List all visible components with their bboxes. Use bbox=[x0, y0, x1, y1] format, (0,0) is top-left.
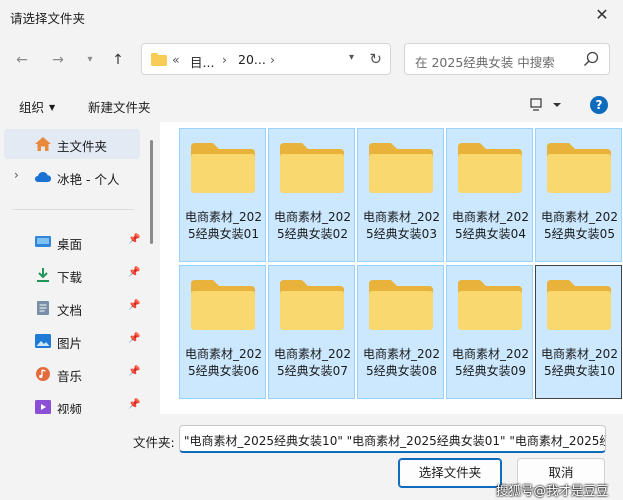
search-box[interactable]: 在 2025经典女装 中搜索 bbox=[404, 43, 610, 75]
back-arrow-icon[interactable]: ← bbox=[12, 50, 32, 70]
sidebar-item-label: 主文件夹 bbox=[57, 139, 108, 154]
folder-item[interactable]: 电商素材_2025经典女装01 bbox=[179, 128, 266, 262]
sidebar-item-onedrive[interactable]: › 冰艳 - 个人 bbox=[4, 162, 140, 192]
navigation-bar: ← → ▾ ↑ « 目... › 20... › ▾ ↻ 在 2025经典女装 … bbox=[0, 38, 623, 82]
folder-item[interactable]: 电商素材_2025经典女装07 bbox=[268, 265, 355, 399]
sidebar-item-label: 图片 bbox=[57, 336, 83, 351]
pictures-icon bbox=[35, 334, 51, 348]
breadcrumb-overflow[interactable]: « bbox=[172, 52, 180, 67]
sidebar-item-documents[interactable]: 文档 📌 bbox=[4, 293, 140, 323]
sidebar-scrollbar[interactable] bbox=[150, 140, 153, 244]
folder-view: 电商素材_2025经典女装01 电商素材_2025经典女装02 电商素材_202… bbox=[160, 122, 623, 414]
folder-item[interactable]: 电商素材_2025经典女装10 bbox=[535, 265, 622, 399]
breadcrumb-separator: › bbox=[270, 52, 275, 67]
folder-item[interactable]: 电商素材_2025经典女装08 bbox=[357, 265, 444, 399]
sidebar-item-pictures[interactable]: 图片 📌 bbox=[4, 326, 140, 356]
breadcrumb-item[interactable]: 目... bbox=[190, 52, 214, 71]
home-icon bbox=[35, 137, 51, 151]
folder-icon bbox=[547, 280, 611, 330]
sidebar-item-downloads[interactable]: 下载 📌 bbox=[4, 260, 140, 290]
breadcrumb-item[interactable]: 20... bbox=[238, 52, 266, 67]
folder-item[interactable]: 电商素材_2025经典女装03 bbox=[357, 128, 444, 262]
sidebar-item-label: 音乐 bbox=[57, 369, 83, 384]
folder-icon bbox=[191, 280, 255, 330]
folder-name: 电商素材_2025经典女装03 bbox=[363, 210, 440, 241]
pin-icon: 📌 bbox=[128, 267, 141, 278]
new-folder-button[interactable]: 新建文件夹 bbox=[88, 97, 151, 116]
search-input[interactable]: 在 2025经典女装 中搜索 bbox=[415, 52, 555, 71]
forward-arrow-icon[interactable]: → bbox=[48, 50, 68, 70]
sidebar-item-music[interactable]: 音乐 📌 bbox=[4, 359, 140, 389]
up-arrow-icon[interactable]: ↑ bbox=[108, 50, 128, 70]
music-icon bbox=[36, 367, 50, 381]
folder-icon bbox=[458, 280, 522, 330]
caret-down-icon: ▼ bbox=[49, 103, 56, 112]
folder-item[interactable]: 电商素材_2025经典女装04 bbox=[446, 128, 533, 262]
desktop-icon bbox=[35, 236, 51, 247]
recent-locations-chevron-icon[interactable]: ▾ bbox=[80, 50, 100, 70]
download-icon bbox=[37, 268, 49, 282]
sidebar-item-home[interactable]: 主文件夹 bbox=[4, 129, 140, 159]
folder-name-field[interactable]: "电商素材_2025经典女装10" "电商素材_2025经典女装01" "电商素… bbox=[179, 425, 606, 453]
sidebar-item-label: 下载 bbox=[57, 270, 83, 285]
folder-icon bbox=[369, 280, 433, 330]
search-icon[interactable] bbox=[583, 51, 599, 67]
document-icon bbox=[37, 301, 49, 315]
window-title: 请选择文件夹 bbox=[10, 11, 86, 26]
breadcrumb-separator: › bbox=[222, 52, 227, 67]
folder-icon bbox=[369, 143, 433, 193]
organize-menu[interactable]: 组织 ▼ bbox=[19, 97, 55, 116]
folder-icon bbox=[547, 143, 611, 193]
folder-name: 电商素材_2025经典女装04 bbox=[452, 210, 529, 241]
sidebar-item-label: 文档 bbox=[57, 303, 83, 318]
address-dropdown-icon[interactable]: ▾ bbox=[349, 52, 354, 63]
folder-icon bbox=[280, 280, 344, 330]
folder-icon bbox=[458, 143, 522, 193]
folder-item[interactable]: 电商素材_2025经典女装09 bbox=[446, 265, 533, 399]
folder-icon bbox=[151, 53, 167, 66]
folder-name: 电商素材_2025经典女装01 bbox=[185, 210, 262, 241]
folder-item[interactable]: 电商素材_2025经典女装05 bbox=[535, 128, 622, 262]
title-bar: 请选择文件夹 ✕ bbox=[0, 0, 623, 32]
pin-icon: 📌 bbox=[128, 234, 141, 245]
pin-icon: 📌 bbox=[128, 300, 141, 311]
pin-icon: 📌 bbox=[128, 399, 141, 410]
view-options-icon[interactable] bbox=[530, 97, 564, 113]
sidebar-item-label: 冰艳 - 个人 bbox=[57, 172, 120, 187]
folder-icon bbox=[280, 143, 344, 193]
select-folder-button[interactable]: 选择文件夹 bbox=[398, 458, 502, 488]
navigation-pane: 主文件夹 › 冰艳 - 个人 桌面 📌 下载 📌 文档 📌 图片 📌 音乐 📌 … bbox=[0, 122, 160, 417]
command-bar: 组织 ▼ 新建文件夹 ? bbox=[0, 88, 623, 122]
folder-name: 电商素材_2025经典女装05 bbox=[541, 210, 618, 241]
folder-name: 电商素材_2025经典女装07 bbox=[274, 347, 351, 378]
chevron-right-icon[interactable]: › bbox=[14, 168, 19, 182]
folder-name-value[interactable]: "电商素材_2025经典女装10" "电商素材_2025经典女装01" "电商素… bbox=[184, 432, 605, 449]
folder-name: 电商素材_2025经典女装10 bbox=[541, 347, 618, 378]
watermark: 搜狐号@我才是豆豆 bbox=[496, 483, 609, 498]
folder-item[interactable]: 电商素材_2025经典女装06 bbox=[179, 265, 266, 399]
video-icon bbox=[35, 400, 51, 414]
pin-icon: 📌 bbox=[128, 366, 141, 377]
organize-label: 组织 bbox=[19, 100, 45, 115]
sidebar-item-desktop[interactable]: 桌面 📌 bbox=[4, 227, 140, 257]
folder-name: 电商素材_2025经典女装02 bbox=[274, 210, 351, 241]
folder-icon bbox=[191, 143, 255, 193]
cloud-icon bbox=[35, 172, 51, 182]
sidebar-item-label: 桌面 bbox=[57, 237, 83, 252]
sidebar-divider bbox=[12, 209, 134, 210]
folder-item[interactable]: 电商素材_2025经典女装02 bbox=[268, 128, 355, 262]
refresh-icon[interactable]: ↻ bbox=[369, 50, 382, 68]
folder-name: 电商素材_2025经典女装06 bbox=[185, 347, 262, 378]
pin-icon: 📌 bbox=[128, 333, 141, 344]
folder-name: 电商素材_2025经典女装09 bbox=[452, 347, 529, 378]
folder-field-label: 文件夹: bbox=[133, 435, 175, 450]
help-icon[interactable]: ? bbox=[590, 96, 608, 114]
address-bar[interactable]: « 目... › 20... › ▾ ↻ bbox=[141, 43, 391, 75]
dialog-footer: 文件夹: "电商素材_2025经典女装10" "电商素材_2025经典女装01"… bbox=[0, 414, 623, 500]
folder-name: 电商素材_2025经典女装08 bbox=[363, 347, 440, 378]
close-icon[interactable]: ✕ bbox=[593, 6, 611, 24]
